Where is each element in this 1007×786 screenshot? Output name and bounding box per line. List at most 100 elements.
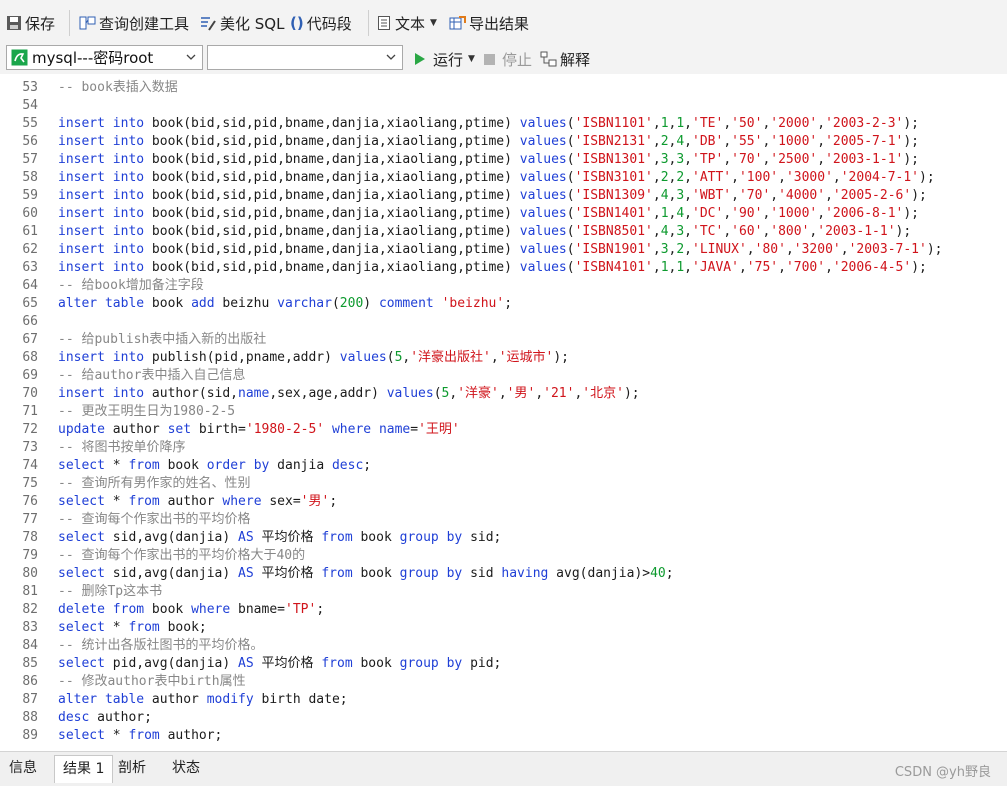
- code-line[interactable]: 56 insert into book(bid,sid,pid,bname,dan…: [0, 133, 1007, 151]
- code-token: '2006-8-1': [825, 206, 904, 221]
- code-line[interactable]: 89 select * from author;: [0, 727, 1007, 745]
- connection-select[interactable]: mysql---密码root: [6, 45, 203, 70]
- query-builder-button[interactable]: 查询创建工具: [79, 12, 189, 34]
- code-token: varchar: [277, 296, 332, 311]
- code-token: ,: [840, 242, 849, 257]
- code-text: -- 查询所有男作家的姓名、性别: [58, 475, 250, 493]
- code-line[interactable]: 78 select sid,avg(danjia) AS 平均价格 from bo…: [0, 529, 1007, 547]
- code-line[interactable]: 64 -- 给book增加备注字段: [0, 277, 1007, 295]
- code-line[interactable]: 67 -- 给publish表中插入新的出版社: [0, 331, 1007, 349]
- code-line[interactable]: 76 select * from author where sex='男';: [0, 493, 1007, 511]
- code-token: ;: [316, 602, 325, 617]
- code-line[interactable]: 84 -- 统计出各版社图书的平均价格。: [0, 637, 1007, 655]
- code-token: (: [566, 152, 575, 167]
- code-token: ,: [684, 116, 692, 131]
- run-button[interactable]: 运行 ▼: [413, 48, 475, 70]
- sql-editor[interactable]: 53 -- book表插入数据 54 55 insert into book(bid,s…: [0, 77, 1007, 749]
- code-snippet-button[interactable]: () 代码段: [290, 12, 352, 34]
- code-line[interactable]: 74 select * from book order by danjia des…: [0, 457, 1007, 475]
- code-line[interactable]: 66: [0, 313, 1007, 331]
- code-line[interactable]: 83 select * from book;: [0, 619, 1007, 637]
- code-line[interactable]: 75 -- 查询所有男作家的姓名、性别: [0, 475, 1007, 493]
- code-line[interactable]: 72 update author set birth='1980-2-5' whe…: [0, 421, 1007, 439]
- code-token: 3: [676, 224, 685, 239]
- chevron-down-icon: [386, 54, 396, 60]
- code-token: book: [144, 296, 192, 311]
- code-token: danjia: [269, 458, 332, 473]
- tab-result-1[interactable]: 结果 1: [54, 755, 114, 783]
- line-number: 61: [22, 224, 38, 239]
- code-line[interactable]: 63 insert into book(bid,sid,pid,bname,dan…: [0, 259, 1007, 277]
- code-line[interactable]: 53 -- book表插入数据: [0, 79, 1007, 97]
- code-token: '1980-2-5': [245, 422, 325, 437]
- code-token: ,: [684, 170, 692, 185]
- code-line[interactable]: 57 insert into book(bid,sid,pid,bname,dan…: [0, 151, 1007, 169]
- code-token: publish(pid,pname,addr): [144, 350, 340, 365]
- code-line[interactable]: 65 alter table book add beizhu varchar(20…: [0, 295, 1007, 313]
- save-button[interactable]: 保存: [6, 12, 55, 34]
- stop-button[interactable]: 停止: [483, 48, 532, 70]
- code-line[interactable]: 55 insert into book(bid,sid,pid,bname,dan…: [0, 115, 1007, 133]
- code-token: sid: [462, 566, 502, 581]
- code-line[interactable]: 79 -- 查询每个作家出书的平均价格大于40的: [0, 547, 1007, 565]
- explain-label: 解释: [560, 50, 591, 69]
- database-select[interactable]: [207, 45, 403, 70]
- code-token: having: [501, 566, 549, 581]
- code-token: ,: [731, 170, 739, 185]
- beautify-sql-button[interactable]: 美化 SQL: [199, 12, 284, 34]
- code-token: '70': [731, 152, 763, 167]
- code-token: );: [903, 134, 920, 149]
- code-token: order by: [206, 458, 270, 473]
- code-line[interactable]: 73 -- 将图书按单价降序: [0, 439, 1007, 457]
- code-token: birth=: [191, 422, 246, 437]
- code-token: 1: [660, 206, 669, 221]
- toolbar-divider: [69, 10, 70, 36]
- code-line[interactable]: 82 delete from book where bname='TP';: [0, 601, 1007, 619]
- code-token: ,: [684, 134, 692, 149]
- code-line[interactable]: 81 -- 删除Tp这本书: [0, 583, 1007, 601]
- code-token: from: [128, 620, 160, 635]
- tab-profile[interactable]: 剖析: [110, 755, 154, 782]
- code-line[interactable]: 71 -- 更改王明生日为1980-2-5: [0, 403, 1007, 421]
- code-token: ,: [731, 188, 739, 203]
- export-results-button[interactable]: 导出结果: [449, 12, 529, 34]
- code-text: select * from book order by danjia desc;: [58, 457, 371, 475]
- code-token: book(bid,sid,pid,bname,danjia,xiaoliang,…: [144, 152, 520, 167]
- code-line[interactable]: 54: [0, 97, 1007, 115]
- code-token: insert into: [58, 170, 145, 185]
- code-token: ,: [449, 386, 458, 401]
- code-text: -- 统计出各版社图书的平均价格。: [58, 637, 263, 655]
- code-line[interactable]: 62 insert into book(bid,sid,pid,bname,dan…: [0, 241, 1007, 259]
- code-line[interactable]: 85 select pid,avg(danjia) AS 平均价格 from bo…: [0, 655, 1007, 673]
- code-line[interactable]: 70 insert into author(sid,name,sex,age,ad…: [0, 385, 1007, 403]
- tab-info[interactable]: 信息: [1, 755, 45, 782]
- code-token: sid,avg(danjia): [104, 530, 239, 545]
- code-line[interactable]: 86 -- 修改author表中birth属性: [0, 673, 1007, 691]
- code-line[interactable]: 77 -- 查询每个作家出书的平均价格: [0, 511, 1007, 529]
- code-line[interactable]: 58 insert into book(bid,sid,pid,bname,dan…: [0, 169, 1007, 187]
- code-line[interactable]: 87 alter table author modify birth date;: [0, 691, 1007, 709]
- code-token: insert into: [58, 188, 145, 203]
- code-token: ,: [498, 386, 507, 401]
- code-line[interactable]: 60 insert into book(bid,sid,pid,bname,dan…: [0, 205, 1007, 223]
- code-line[interactable]: 59 insert into book(bid,sid,pid,bname,dan…: [0, 187, 1007, 205]
- code-text: alter table author modify birth date;: [58, 691, 348, 709]
- line-number: 66: [22, 314, 38, 329]
- code-line[interactable]: 80 select sid,avg(danjia) AS 平均价格 from bo…: [0, 565, 1007, 583]
- tab-status[interactable]: 状态: [164, 755, 208, 782]
- code-line[interactable]: 88 desc author;: [0, 709, 1007, 727]
- code-token: ,: [652, 224, 661, 239]
- code-line[interactable]: 61 insert into book(bid,sid,pid,bname,dan…: [0, 223, 1007, 241]
- explain-button[interactable]: 解释: [540, 48, 590, 70]
- code-token: 2: [660, 134, 669, 149]
- code-token: ,: [652, 116, 661, 131]
- code-line[interactable]: 69 -- 给author表中插入自己信息: [0, 367, 1007, 385]
- code-text: insert into book(bid,sid,pid,bname,danji…: [58, 205, 919, 223]
- toolbar-divider: [368, 10, 369, 36]
- code-token: 200: [339, 296, 364, 311]
- code-token: book: [144, 602, 192, 617]
- text-menu-button[interactable]: 文本 ▼: [377, 12, 437, 34]
- code-token: (: [566, 134, 575, 149]
- code-token: insert into: [58, 206, 145, 221]
- code-line[interactable]: 68 insert into publish(pid,pname,addr) va…: [0, 349, 1007, 367]
